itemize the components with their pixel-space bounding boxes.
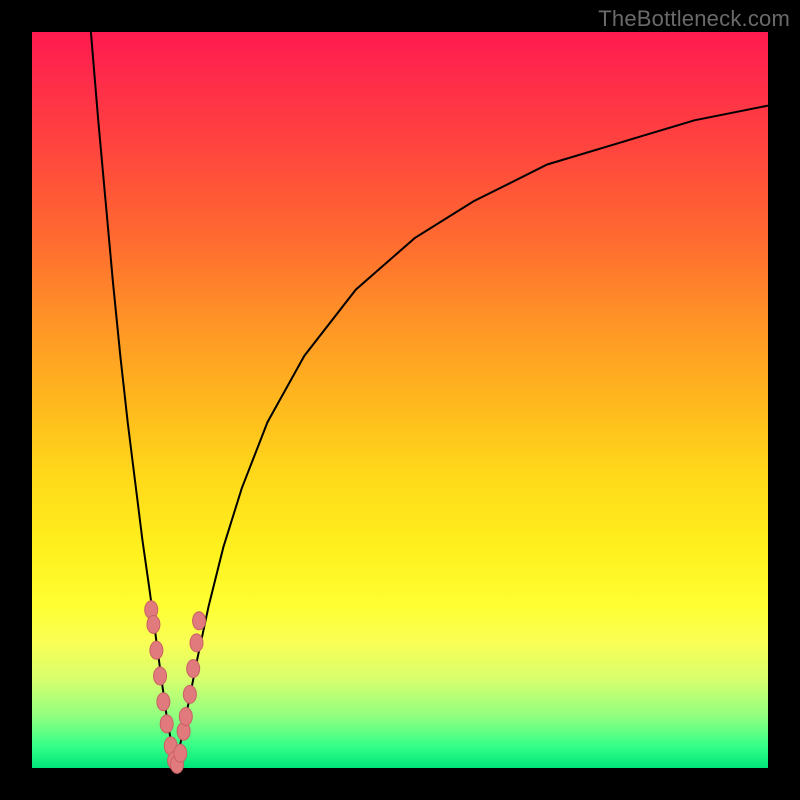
marker-point: [154, 667, 167, 685]
marker-point: [174, 744, 187, 762]
watermark-text: TheBottleneck.com: [598, 6, 790, 32]
curve-right-branch: [176, 106, 768, 768]
marker-point: [157, 693, 170, 711]
marker-point: [183, 685, 196, 703]
marker-point: [187, 660, 200, 678]
marker-point: [179, 707, 192, 725]
marker-point: [147, 615, 160, 633]
chart-frame: TheBottleneck.com: [0, 0, 800, 800]
marker-group: [145, 601, 206, 774]
chart-svg: [32, 32, 768, 768]
curve-left-branch: [91, 32, 176, 768]
marker-point: [193, 612, 206, 630]
marker-point: [160, 715, 173, 733]
marker-point: [190, 634, 203, 652]
marker-point: [150, 641, 163, 659]
